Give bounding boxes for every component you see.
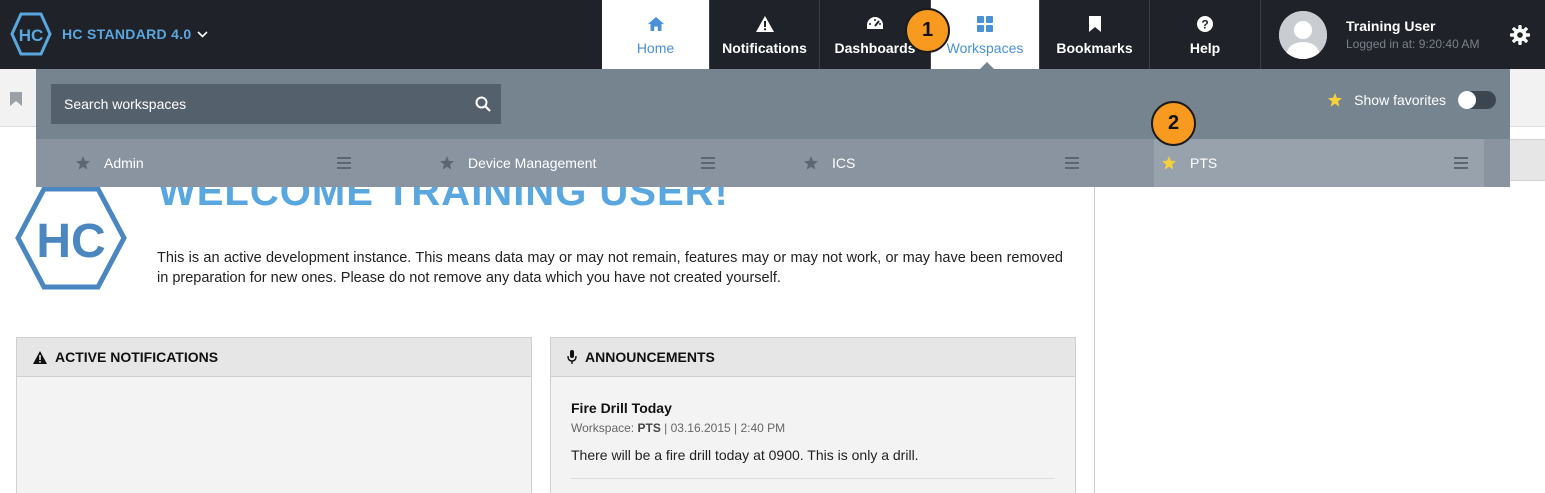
nav-notifications[interactable]: Notifications bbox=[710, 0, 820, 69]
search-icon[interactable] bbox=[475, 96, 491, 112]
nav-help-label: Help bbox=[1189, 39, 1221, 56]
active-notifications-header: ACTIVE NOTIFICATIONS bbox=[17, 338, 531, 377]
brand-title[interactable]: HC STANDARD 4.0 bbox=[62, 26, 191, 42]
announcement-workspace: PTS bbox=[637, 421, 661, 435]
warning-icon bbox=[755, 14, 774, 34]
user-name: Training User bbox=[1346, 18, 1436, 34]
user-menu[interactable]: Training User Logged in at: 9:20:40 AM bbox=[1260, 0, 1500, 69]
nav-help[interactable]: ? Help bbox=[1150, 0, 1260, 69]
hamburger-menu-icon[interactable] bbox=[701, 157, 715, 169]
announcement-title[interactable]: Fire Drill Today bbox=[571, 400, 1055, 416]
workspace-item-admin[interactable]: Admin bbox=[36, 139, 366, 187]
dropdown-caret bbox=[980, 62, 994, 69]
nav-home[interactable]: Home bbox=[602, 0, 710, 69]
announcements-panel: ANNOUNCEMENTS Fire Drill Today Workspace… bbox=[550, 337, 1076, 493]
show-favorites-label: Show favorites bbox=[1354, 92, 1446, 108]
star-icon bbox=[1328, 93, 1343, 107]
intro-text: This is an active development instance. … bbox=[157, 250, 1063, 286]
hamburger-menu-icon[interactable] bbox=[337, 157, 351, 169]
active-notifications-body bbox=[17, 377, 531, 493]
workspaces-dropdown: Search workspaces Show favorites Admin D… bbox=[36, 69, 1510, 187]
star-icon[interactable] bbox=[804, 156, 818, 170]
star-icon[interactable] bbox=[76, 156, 90, 170]
workspace-item-pts[interactable]: PTS bbox=[1154, 139, 1484, 187]
workspace-search-placeholder[interactable]: Search workspaces bbox=[64, 96, 475, 112]
grid-icon bbox=[977, 14, 993, 34]
nav-dashboards-label: Dashboards bbox=[834, 39, 916, 56]
brand-menu[interactable]: HC HC STANDARD 4.0 bbox=[10, 11, 209, 57]
nav-notifications-label: Notifications bbox=[722, 39, 807, 56]
nav-home-label: Home bbox=[636, 39, 675, 56]
workspace-item-label: Device Management bbox=[468, 155, 597, 171]
hamburger-menu-icon[interactable] bbox=[1454, 157, 1468, 169]
top-navigation-bar: HC HC STANDARD 4.0 Home Notifications Da… bbox=[0, 0, 1545, 69]
hamburger-menu-icon[interactable] bbox=[1065, 157, 1079, 169]
hc-logo: HC bbox=[10, 12, 52, 56]
show-favorites-control[interactable]: Show favorites bbox=[1328, 91, 1496, 109]
active-notifications-title: ACTIVE NOTIFICATIONS bbox=[55, 349, 219, 365]
chevron-down-icon[interactable] bbox=[197, 27, 209, 41]
avatar[interactable] bbox=[1279, 10, 1327, 59]
microphone-icon bbox=[567, 350, 577, 364]
bookmark-icon bbox=[1088, 14, 1101, 34]
workspace-item-label: PTS bbox=[1190, 155, 1218, 171]
hc-logo-large-text: HC bbox=[36, 215, 105, 268]
workspace-item-label: ICS bbox=[832, 155, 856, 171]
help-icon: ? bbox=[1197, 14, 1213, 34]
announcement-meta: Workspace: PTS | 03.16.2015 | 2:40 PM bbox=[571, 421, 1055, 435]
announcement-item[interactable]: Fire Drill Today Workspace: PTS | 03.16.… bbox=[551, 377, 1075, 463]
workspace-item-ics[interactable]: ICS bbox=[764, 139, 1094, 187]
announcements-header: ANNOUNCEMENTS bbox=[551, 338, 1075, 377]
workspace-item-label: Admin bbox=[104, 155, 144, 171]
announcements-body: Fire Drill Today Workspace: PTS | 03.16.… bbox=[551, 377, 1075, 493]
dashboard-gauge-icon bbox=[866, 14, 884, 34]
svg-text:?: ? bbox=[1201, 17, 1208, 31]
announcement-date: | 03.16.2015 | 2:40 PM bbox=[664, 421, 786, 435]
announcement-workspace-label: Workspace: bbox=[571, 421, 635, 435]
nav-bookmarks[interactable]: Bookmarks bbox=[1040, 0, 1150, 69]
active-notifications-panel: ACTIVE NOTIFICATIONS bbox=[16, 337, 532, 493]
nav-bookmarks-label: Bookmarks bbox=[1056, 39, 1133, 56]
star-icon[interactable] bbox=[1162, 156, 1176, 170]
announcement-text: There will be a fire drill today at 0900… bbox=[571, 447, 919, 463]
callout-1: 1 bbox=[905, 8, 950, 53]
hc-logo-text: HC bbox=[19, 26, 44, 45]
bookmark-icon[interactable] bbox=[10, 92, 22, 106]
login-time: Logged in at: 9:20:40 AM bbox=[1346, 37, 1480, 51]
workspace-list: Admin Device Management ICS PTS bbox=[36, 139, 1510, 187]
divider bbox=[571, 478, 1055, 479]
hc-logo-large: HC bbox=[15, 186, 127, 290]
show-favorites-toggle[interactable] bbox=[1458, 91, 1496, 109]
gear-icon[interactable] bbox=[1508, 23, 1532, 47]
user-info: Training User Logged in at: 9:20:40 AM bbox=[1346, 18, 1479, 51]
nav-workspaces-label: Workspaces bbox=[946, 39, 1024, 56]
announcements-title: ANNOUNCEMENTS bbox=[585, 349, 715, 365]
warning-icon bbox=[33, 350, 47, 364]
callout-2: 2 bbox=[1151, 101, 1196, 146]
workspace-item-device-management[interactable]: Device Management bbox=[400, 139, 730, 187]
right-panel bbox=[1094, 139, 1545, 493]
toggle-knob bbox=[1458, 91, 1476, 109]
home-icon bbox=[647, 14, 664, 34]
workspace-search-input[interactable]: Search workspaces bbox=[51, 84, 501, 124]
star-icon[interactable] bbox=[440, 156, 454, 170]
